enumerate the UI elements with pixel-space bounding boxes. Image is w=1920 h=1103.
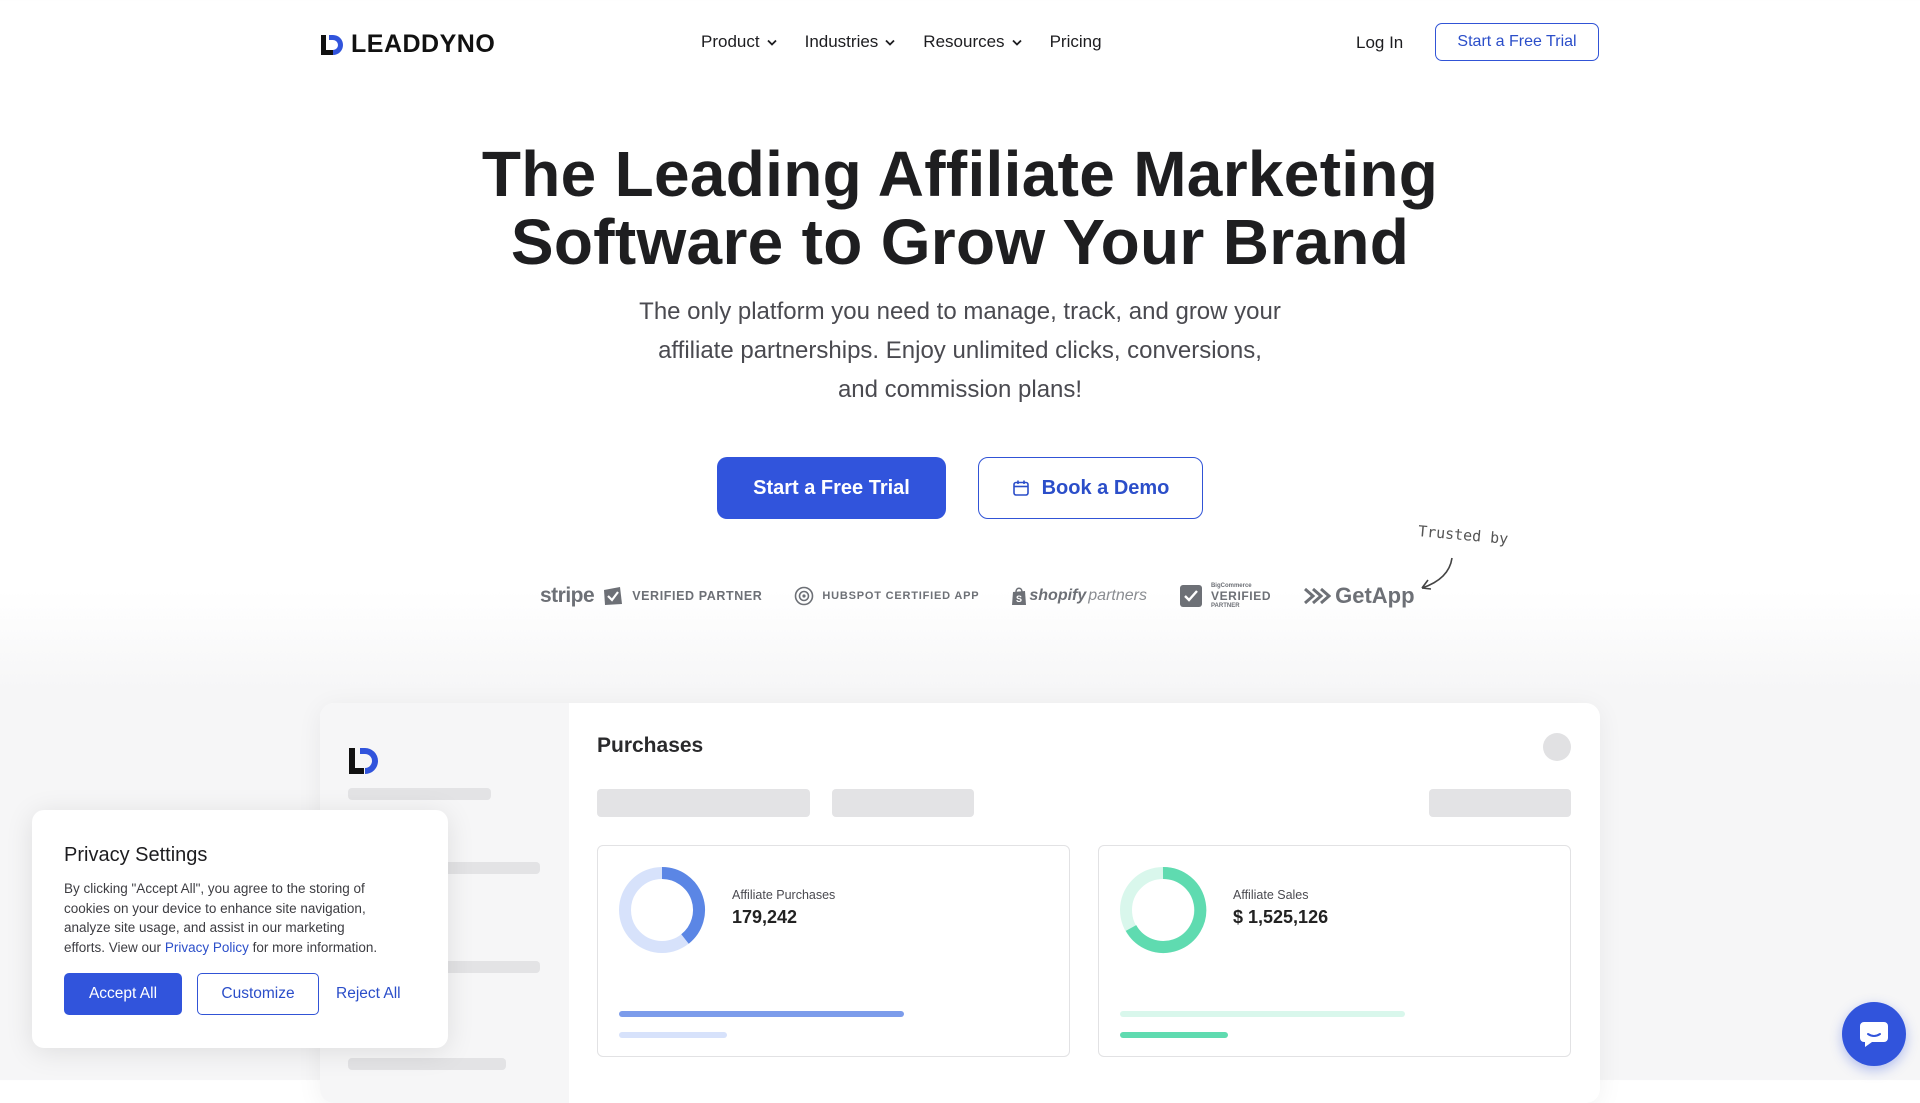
start-free-trial-button[interactable]: Start a Free Trial bbox=[717, 457, 946, 519]
svg-text:S: S bbox=[1016, 594, 1022, 604]
bigcommerce-text: BigCommerce VERIFIED PARTNER bbox=[1211, 583, 1271, 610]
hero-subtitle-line: The only platform you need to manage, tr… bbox=[639, 298, 1281, 325]
chat-launcher-button[interactable] bbox=[1842, 1002, 1906, 1066]
book-demo-button[interactable]: Book a Demo bbox=[978, 457, 1203, 519]
dashboard-title: Purchases bbox=[597, 734, 704, 757]
hero-subtitle-line: and commission plans! bbox=[837, 376, 1083, 403]
hero-title-line: The Leading Affiliate Marketing bbox=[481, 138, 1439, 210]
privacy-body-text: efforts. View our bbox=[64, 939, 162, 955]
stripe-partner-logo: stripe VERIFIED PARTNER bbox=[540, 584, 762, 608]
card-value: 179,242 bbox=[732, 907, 798, 927]
stripe-wordmark: stripe bbox=[540, 584, 595, 607]
site-header: LEADDYNO Product Industries Resources Pr… bbox=[0, 0, 1920, 88]
book-demo-label: Book a Demo bbox=[1041, 476, 1170, 499]
skeleton-filter bbox=[832, 789, 974, 817]
trusted-by-note: Trusted by bbox=[1417, 522, 1509, 548]
privacy-body: By clicking "Accept All", you agree to t… bbox=[64, 879, 434, 957]
card-label: Affiliate Purchases bbox=[732, 888, 836, 902]
privacy-policy-link[interactable]: Privacy Policy bbox=[165, 940, 249, 955]
hero-title: The Leading Affiliate Marketing Software… bbox=[360, 140, 1560, 276]
shopify-partners-wordmark: partners bbox=[1088, 587, 1147, 604]
chevron-down-icon bbox=[766, 39, 777, 46]
card-label: Affiliate Sales bbox=[1233, 888, 1309, 902]
privacy-title: Privacy Settings bbox=[64, 844, 208, 866]
leaddyno-logo-icon bbox=[321, 34, 343, 55]
partner-logos: stripe VERIFIED PARTNER HUBSPOT CERTIFIE… bbox=[540, 580, 1415, 612]
calendar-icon bbox=[1012, 480, 1029, 496]
skeleton-filter bbox=[597, 789, 810, 817]
accept-all-button[interactable]: Accept All bbox=[64, 973, 182, 1015]
affiliate-purchases-card: Affiliate Purchases 179,242 bbox=[597, 845, 1070, 1057]
nav-resources[interactable]: Resources bbox=[923, 32, 1022, 52]
bigcommerce-verified-label: VERIFIED bbox=[1210, 588, 1272, 603]
privacy-settings-dialog: Privacy Settings By clicking "Accept All… bbox=[32, 810, 448, 1048]
shopify-partner-logo: S shopify partners bbox=[1011, 586, 1147, 606]
privacy-body-line: By clicking "Accept All", you agree to t… bbox=[64, 881, 365, 896]
brand-logo[interactable]: LEADDYNO bbox=[319, 30, 495, 59]
nav-product-label: Product bbox=[701, 32, 760, 51]
leaddyno-logo-icon bbox=[349, 748, 378, 774]
header-trial-button[interactable]: Start a Free Trial bbox=[1435, 23, 1599, 61]
curved-arrow-icon bbox=[1421, 557, 1453, 590]
login-link[interactable]: Log In bbox=[1356, 33, 1403, 53]
skeleton-filter bbox=[1429, 789, 1571, 817]
avatar bbox=[1543, 733, 1571, 761]
chat-bubble-icon bbox=[1860, 1022, 1888, 1047]
reject-all-button[interactable]: Reject All bbox=[336, 985, 401, 1003]
progress-bar bbox=[1120, 1032, 1228, 1038]
progress-bar bbox=[1120, 1011, 1405, 1017]
shopping-bag-icon: S bbox=[1012, 587, 1027, 605]
hubspot-icon bbox=[795, 586, 814, 606]
donut-chart-icon bbox=[619, 867, 706, 953]
getapp-chevrons-icon bbox=[1304, 587, 1332, 605]
bigcommerce-partner-logo: BigCommerce VERIFIED PARTNER bbox=[1179, 583, 1271, 610]
privacy-body-line: efforts. View our Privacy Policy for mor… bbox=[64, 938, 434, 958]
privacy-body-line: analyze site usage, and assist in our ma… bbox=[64, 920, 345, 936]
dashboard-preview: Purchases Affiliate Purchases 179,242 Af… bbox=[320, 703, 1600, 1103]
progress-bar bbox=[619, 1032, 727, 1038]
brand-name: LEADDYNO bbox=[351, 30, 496, 58]
getapp-logo: GetApp bbox=[1303, 583, 1415, 609]
stripe-caption: VERIFIED PARTNER bbox=[632, 589, 763, 603]
progress-bar bbox=[619, 1011, 904, 1017]
bigcommerce-partner-label: PARTNER bbox=[1210, 602, 1240, 609]
hero-subtitle: The only platform you need to manage, tr… bbox=[600, 292, 1320, 409]
donut-chart-icon bbox=[1120, 866, 1207, 953]
skeleton-line bbox=[348, 1058, 506, 1070]
card-value: $ 1,525,126 bbox=[1233, 907, 1329, 927]
skeleton-line bbox=[348, 788, 491, 800]
hero-subtitle-line: affiliate partnerships. Enjoy unlimited … bbox=[658, 337, 1262, 364]
nav-industries-label: Industries bbox=[804, 32, 879, 51]
chevron-down-icon bbox=[1011, 39, 1022, 46]
nav-pricing-label: Pricing bbox=[1049, 32, 1102, 51]
hubspot-caption: HUBSPOT CERTIFIED APP bbox=[822, 590, 980, 602]
hubspot-partner-logo: HUBSPOT CERTIFIED APP bbox=[794, 586, 979, 606]
privacy-body-line: cookies on your device to enhance site n… bbox=[64, 900, 366, 916]
nav-product[interactable]: Product bbox=[701, 32, 777, 52]
checkbox-badge-icon bbox=[1179, 585, 1202, 607]
hero-title-line: Software to Grow Your Brand bbox=[510, 206, 1410, 278]
affiliate-sales-card: Affiliate Sales $ 1,525,126 bbox=[1098, 845, 1571, 1057]
main-nav: Product Industries Resources Pricing bbox=[701, 32, 1130, 52]
nav-resources-label: Resources bbox=[923, 32, 1005, 51]
getapp-wordmark: GetApp bbox=[1335, 583, 1415, 608]
nav-pricing[interactable]: Pricing bbox=[1050, 32, 1102, 52]
privacy-body-text: for more information. bbox=[252, 939, 378, 955]
chevron-down-icon bbox=[885, 39, 895, 46]
checkmark-badge-icon bbox=[604, 587, 623, 605]
shopify-wordmark: shopify bbox=[1029, 587, 1087, 604]
customize-button[interactable]: Customize bbox=[197, 973, 319, 1015]
nav-industries[interactable]: Industries bbox=[805, 32, 896, 52]
